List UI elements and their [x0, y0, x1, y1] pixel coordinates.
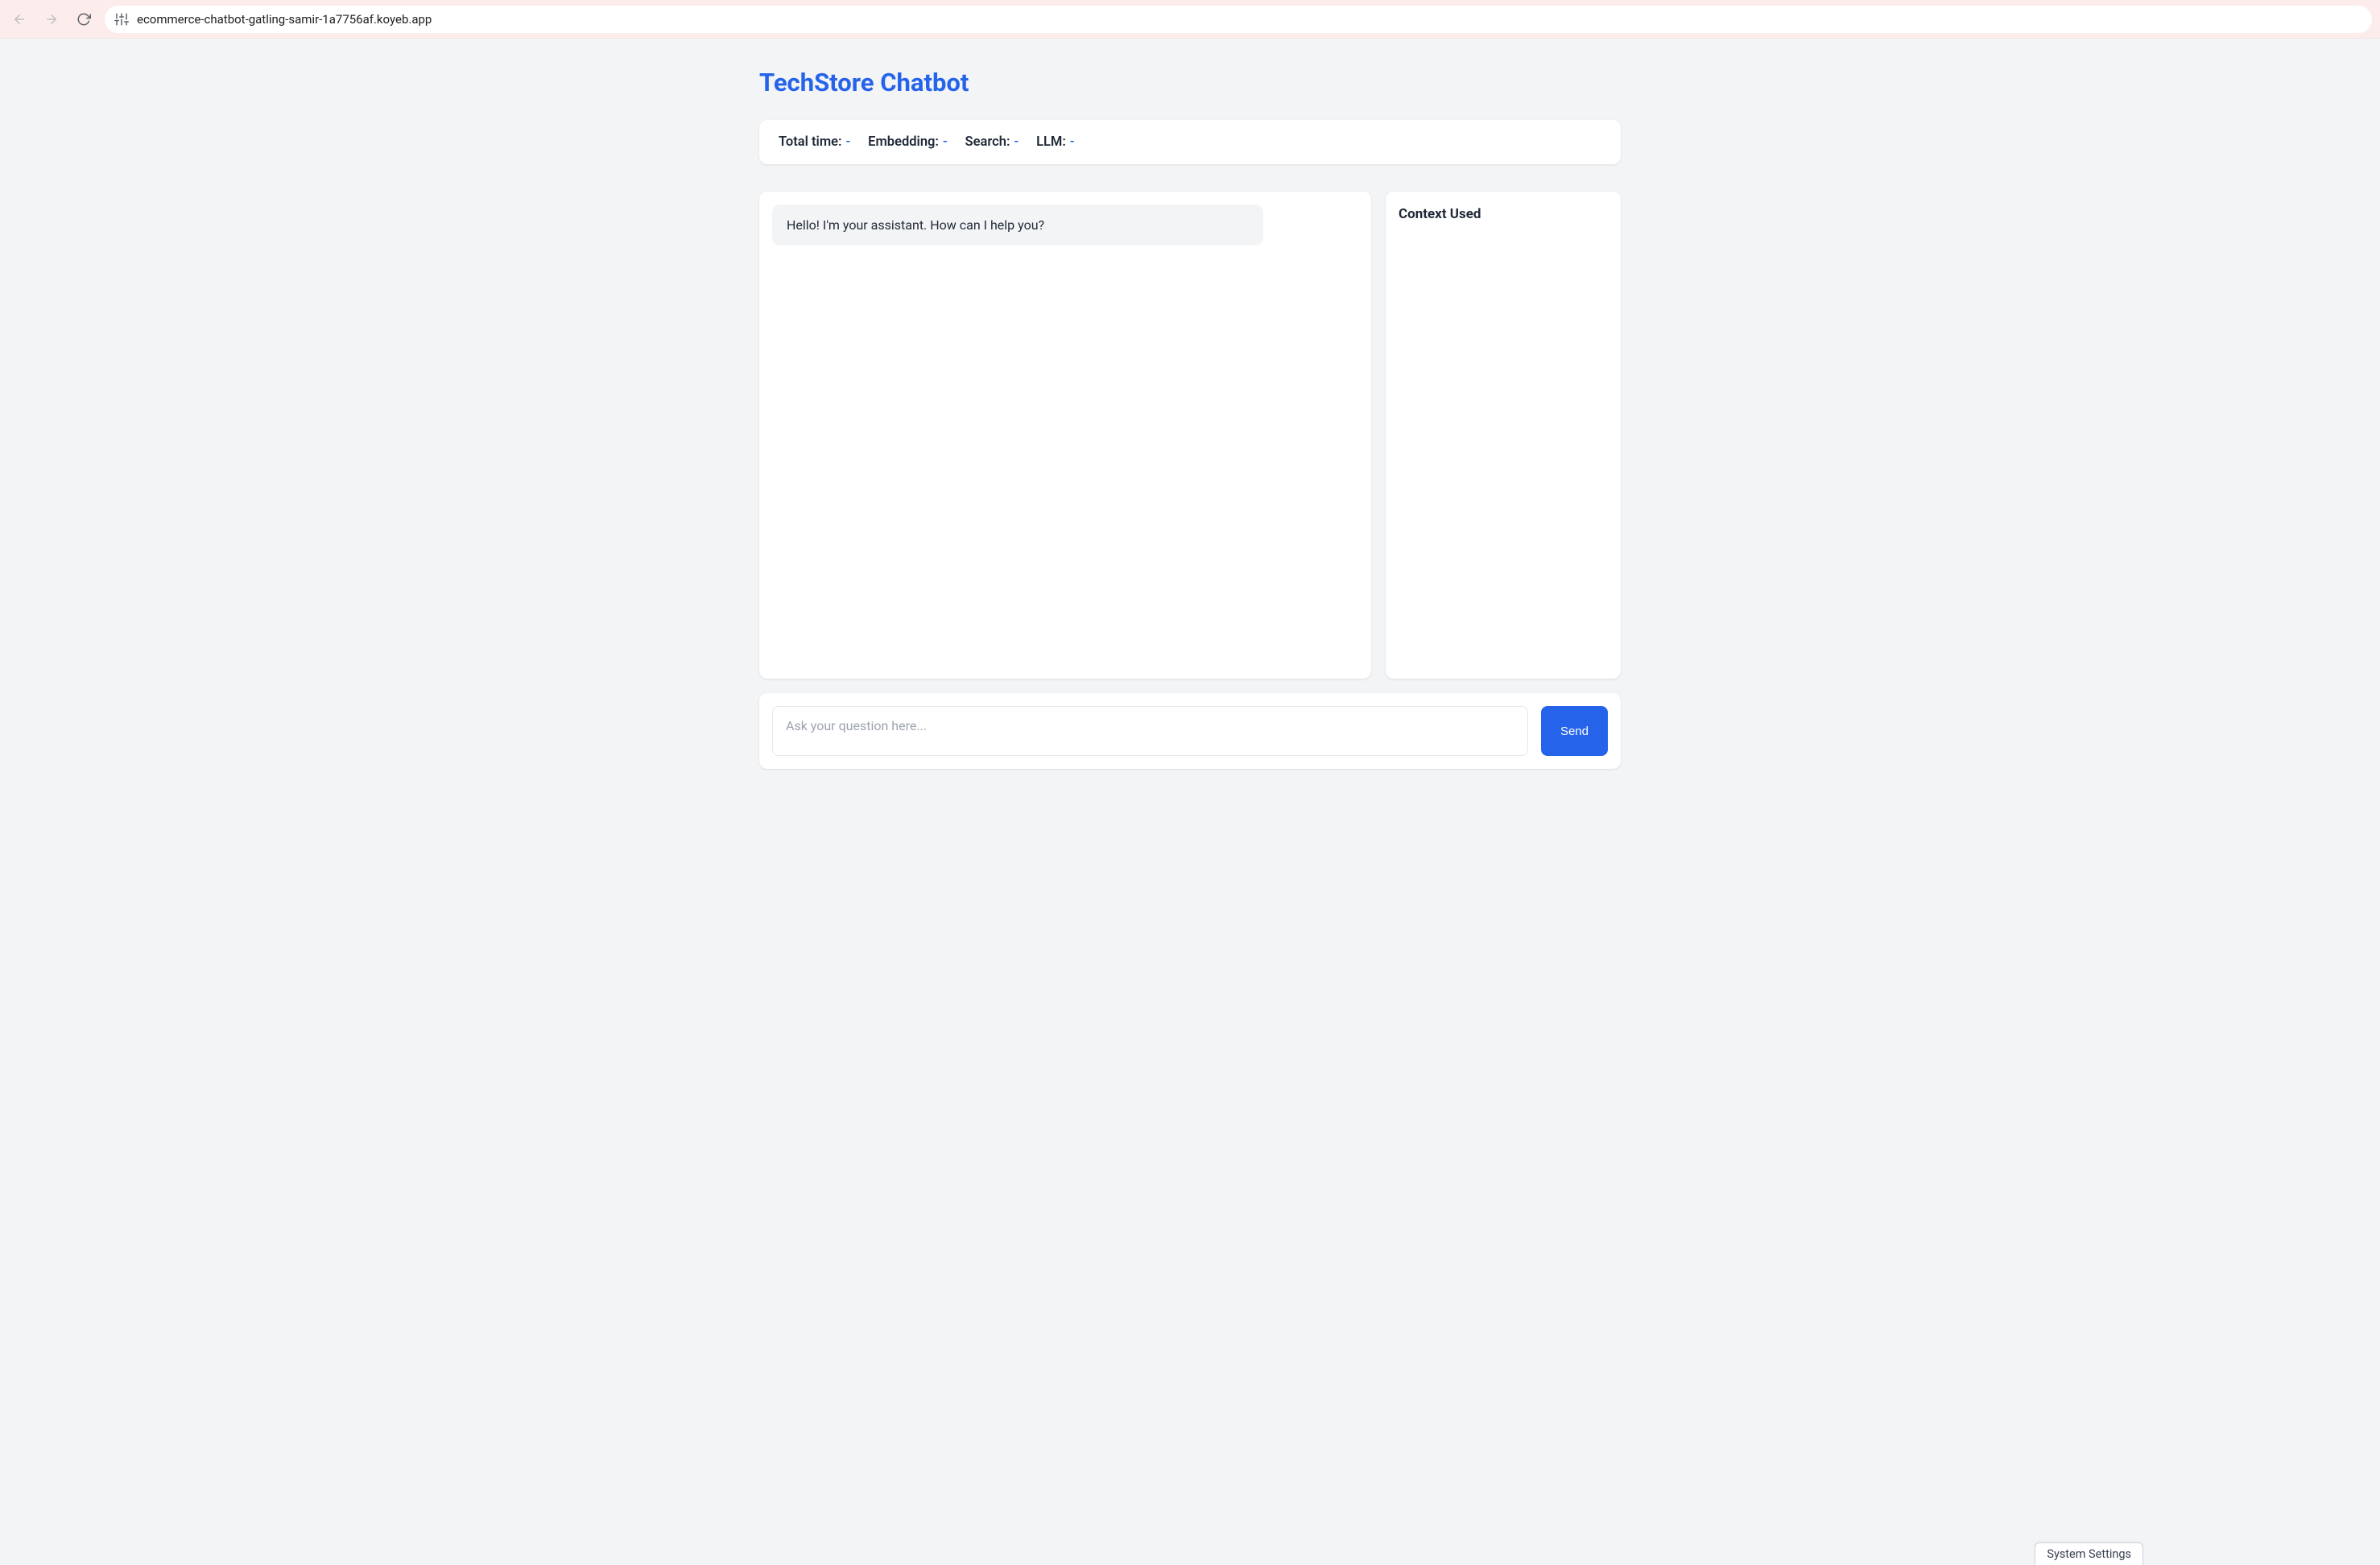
metric-label: Embedding: — [868, 134, 939, 150]
assistant-message: Hello! I'm your assistant. How can I hel… — [772, 204, 1263, 246]
main-row: Hello! I'm your assistant. How can I hel… — [759, 192, 1621, 679]
metric-value: - — [846, 134, 851, 150]
metric-search: Search: - — [965, 134, 1019, 150]
browser-reload-button[interactable] — [72, 8, 95, 31]
metric-value: - — [1014, 134, 1019, 150]
metric-label: LLM: — [1036, 134, 1066, 150]
metric-llm: LLM: - — [1036, 134, 1074, 150]
context-panel: Context Used — [1386, 192, 1621, 679]
metric-label: Search: — [965, 134, 1010, 150]
page-title: TechStore Chatbot — [759, 68, 1621, 97]
metric-value: - — [1070, 134, 1075, 150]
browser-back-button[interactable] — [8, 8, 31, 31]
message-text: Hello! I'm your assistant. How can I hel… — [787, 217, 1044, 233]
arrow-left-icon — [12, 12, 27, 27]
browser-forward-button[interactable] — [40, 8, 63, 31]
question-input[interactable] — [772, 706, 1528, 756]
arrow-right-icon — [44, 12, 59, 27]
reload-icon — [76, 12, 91, 27]
metric-value: - — [943, 134, 948, 150]
context-title: Context Used — [1399, 206, 1608, 222]
send-button[interactable]: Send — [1541, 706, 1608, 756]
chat-panel: Hello! I'm your assistant. How can I hel… — [759, 192, 1371, 679]
input-card: Send — [759, 693, 1621, 769]
metric-embedding: Embedding: - — [868, 134, 947, 150]
url-text: ecommerce-chatbot-gatling-samir-1a7756af… — [137, 12, 432, 27]
metric-total-time: Total time: - — [779, 134, 850, 150]
browser-chrome: ecommerce-chatbot-gatling-samir-1a7756af… — [0, 0, 2380, 39]
address-bar[interactable]: ecommerce-chatbot-gatling-samir-1a7756af… — [105, 6, 2372, 33]
site-settings-icon[interactable] — [114, 12, 129, 27]
system-settings-label: System Settings — [2047, 1547, 2131, 1561]
system-settings-toggle[interactable]: System Settings — [2035, 1542, 2143, 1565]
page-content: TechStore Chatbot Total time: - Embeddin… — [743, 39, 1637, 788]
metrics-card: Total time: - Embedding: - Search: - LLM… — [759, 120, 1621, 164]
metric-label: Total time: — [779, 134, 842, 150]
